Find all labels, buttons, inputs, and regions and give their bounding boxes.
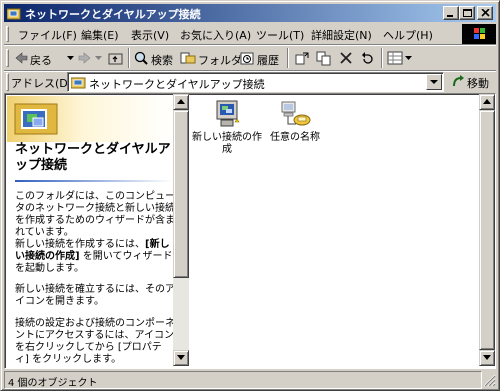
pane-title-rule bbox=[15, 180, 173, 182]
chevron-down-icon bbox=[430, 80, 438, 84]
toolbar-separator bbox=[381, 48, 383, 68]
menu-help[interactable]: ヘルプ(H) bbox=[383, 27, 433, 43]
windows-logo bbox=[462, 24, 496, 44]
item-caption: 任意の名称 bbox=[270, 132, 320, 143]
undo-icon bbox=[362, 52, 373, 64]
network-connection-icon bbox=[281, 101, 311, 126]
windows-flag-icon bbox=[474, 28, 485, 39]
folders-label: フォルダ bbox=[198, 54, 242, 67]
pane-title: ネットワークとダイヤルアップ接続 bbox=[15, 142, 171, 173]
standard-toolbar: 戻る 検索 フォルダ 履歴 bbox=[4, 46, 496, 70]
chevron-down-icon bbox=[177, 355, 185, 360]
chevron-up-icon bbox=[483, 99, 491, 104]
menu-edit[interactable]: 編集(E) bbox=[81, 27, 119, 43]
copy-to-button[interactable] bbox=[315, 49, 333, 67]
left-pane-scrollbar[interactable] bbox=[173, 94, 189, 366]
network-folder-icon bbox=[7, 8, 21, 20]
delete-button[interactable] bbox=[337, 49, 355, 67]
search-icon bbox=[134, 51, 148, 65]
go-button[interactable]: 移動 bbox=[450, 73, 496, 91]
history-clock-icon bbox=[240, 52, 254, 65]
forward-arrow-icon bbox=[78, 52, 91, 64]
item-caption: 新しい接続の作成 bbox=[192, 132, 262, 155]
address-value: ネットワークとダイヤルアップ接続 bbox=[89, 78, 265, 91]
scroll-thumb[interactable] bbox=[479, 110, 495, 350]
menu-bar: ファイル(F) 編集(E) 表示(V) お気に入り(A) ツール(T) 詳細設定… bbox=[4, 24, 496, 44]
resize-grip-icon[interactable] bbox=[482, 373, 496, 387]
address-label: アドレス(D) bbox=[11, 77, 73, 90]
search-button[interactable]: 検索 bbox=[133, 49, 175, 67]
forward-dropdown-icon bbox=[95, 56, 102, 60]
close-button[interactable] bbox=[477, 6, 493, 20]
toolbar-separator bbox=[128, 48, 130, 68]
status-panel: 4 個のオブジェクト bbox=[4, 371, 482, 389]
address-bar: アドレス(D) ネットワークとダイヤルアップ接続 移動 bbox=[4, 71, 496, 93]
address-dropdown-button[interactable] bbox=[426, 74, 442, 90]
network-banner-icon bbox=[7, 96, 173, 142]
move-to-icon bbox=[295, 52, 309, 65]
copy-to-icon bbox=[316, 51, 331, 66]
views-dropdown-icon bbox=[405, 56, 412, 60]
go-arrow-icon bbox=[453, 75, 464, 87]
pane-open-connection-help: 新しい接続を確立するには、そのアイコンを開きます。 bbox=[15, 284, 173, 307]
scroll-down-button[interactable] bbox=[173, 350, 189, 366]
network-folder-icon bbox=[71, 77, 86, 89]
maximize-button[interactable] bbox=[459, 6, 475, 20]
undo-button[interactable] bbox=[359, 49, 377, 67]
toolbar-separator bbox=[287, 48, 289, 68]
forward-button[interactable] bbox=[78, 49, 106, 67]
back-button[interactable]: 戻る bbox=[14, 49, 76, 67]
go-label: 移動 bbox=[467, 77, 489, 90]
new-connection-icon bbox=[216, 100, 240, 127]
back-dropdown-icon bbox=[67, 56, 74, 60]
scroll-up-button[interactable] bbox=[479, 94, 495, 110]
help-text: 新しい接続を作成するには、 bbox=[15, 239, 145, 250]
scroll-thumb[interactable] bbox=[173, 110, 189, 278]
web-view-pane: ネットワークとダイヤルアップ接続 このフォルダには、このコンピュータのネットワー… bbox=[7, 96, 173, 368]
history-label: 履歴 bbox=[257, 54, 279, 67]
explorer-window: ネットワークとダイヤルアップ接続 ファイル(F) 編集(E) 表示(V) お気に… bbox=[0, 0, 500, 391]
menu-favorites[interactable]: お気に入り(A) bbox=[180, 27, 251, 43]
object-count: 4 個のオブジェクト bbox=[8, 378, 98, 389]
menu-advanced[interactable]: 詳細設定(N) bbox=[311, 27, 372, 43]
back-label: 戻る bbox=[30, 54, 52, 67]
address-input[interactable]: ネットワークとダイヤルアップ接続 bbox=[67, 72, 444, 92]
views-button[interactable] bbox=[387, 49, 415, 67]
window-title: ネットワークとダイヤルアップ接続 bbox=[25, 8, 201, 21]
folders-button[interactable]: フォルダ bbox=[180, 49, 242, 67]
history-button[interactable]: 履歴 bbox=[239, 49, 283, 67]
up-folder-button[interactable] bbox=[107, 49, 125, 67]
scroll-down-button[interactable] bbox=[479, 350, 495, 366]
move-to-button[interactable] bbox=[293, 49, 311, 67]
addressbar-grip[interactable] bbox=[6, 73, 9, 91]
title-bar[interactable]: ネットワークとダイヤルアップ接続 bbox=[4, 4, 496, 22]
back-arrow-icon bbox=[15, 52, 28, 64]
minimize-icon bbox=[447, 15, 453, 17]
file-list: 新しい接続の作成 任意の名称 bbox=[192, 96, 475, 368]
file-list-scrollbar[interactable] bbox=[479, 94, 495, 366]
menu-tools[interactable]: ツール(T) bbox=[256, 27, 304, 43]
close-icon bbox=[481, 9, 490, 17]
pane-new-connection-help: 新しい接続を作成するには、[新しい接続の作成] を開いてウィザードを起動します。 bbox=[15, 239, 173, 275]
views-grid-icon bbox=[387, 51, 403, 65]
scroll-up-button[interactable] bbox=[173, 94, 189, 110]
pane-properties-help: 接続の設定および接続のコンポーネントにアクセスするには、アイコンを右クリックして… bbox=[15, 318, 173, 365]
menubar-grip[interactable] bbox=[6, 26, 9, 42]
item-new-connection[interactable]: 新しい接続の作成 bbox=[191, 100, 263, 156]
menu-view[interactable]: 表示(V) bbox=[131, 27, 169, 43]
delete-x-icon bbox=[340, 52, 352, 64]
pane-description: このフォルダには、このコンピュータのネットワーク接続と新しい接続を作成するための… bbox=[15, 191, 173, 238]
folders-icon bbox=[180, 52, 196, 64]
content-area: ネットワークとダイヤルアップ接続 このフォルダには、このコンピュータのネットワー… bbox=[4, 93, 496, 369]
toolbar-grip[interactable] bbox=[6, 49, 9, 67]
search-label: 検索 bbox=[151, 54, 173, 67]
menu-file[interactable]: ファイル(F) bbox=[18, 27, 77, 43]
item-custom-connection[interactable]: 任意の名称 bbox=[259, 100, 331, 144]
up-folder-icon bbox=[108, 53, 123, 65]
chevron-down-icon bbox=[483, 355, 491, 360]
status-bar: 4 個のオブジェクト bbox=[4, 371, 496, 389]
minimize-button[interactable] bbox=[443, 6, 459, 20]
chevron-up-icon bbox=[177, 99, 185, 104]
maximize-icon bbox=[463, 9, 472, 17]
